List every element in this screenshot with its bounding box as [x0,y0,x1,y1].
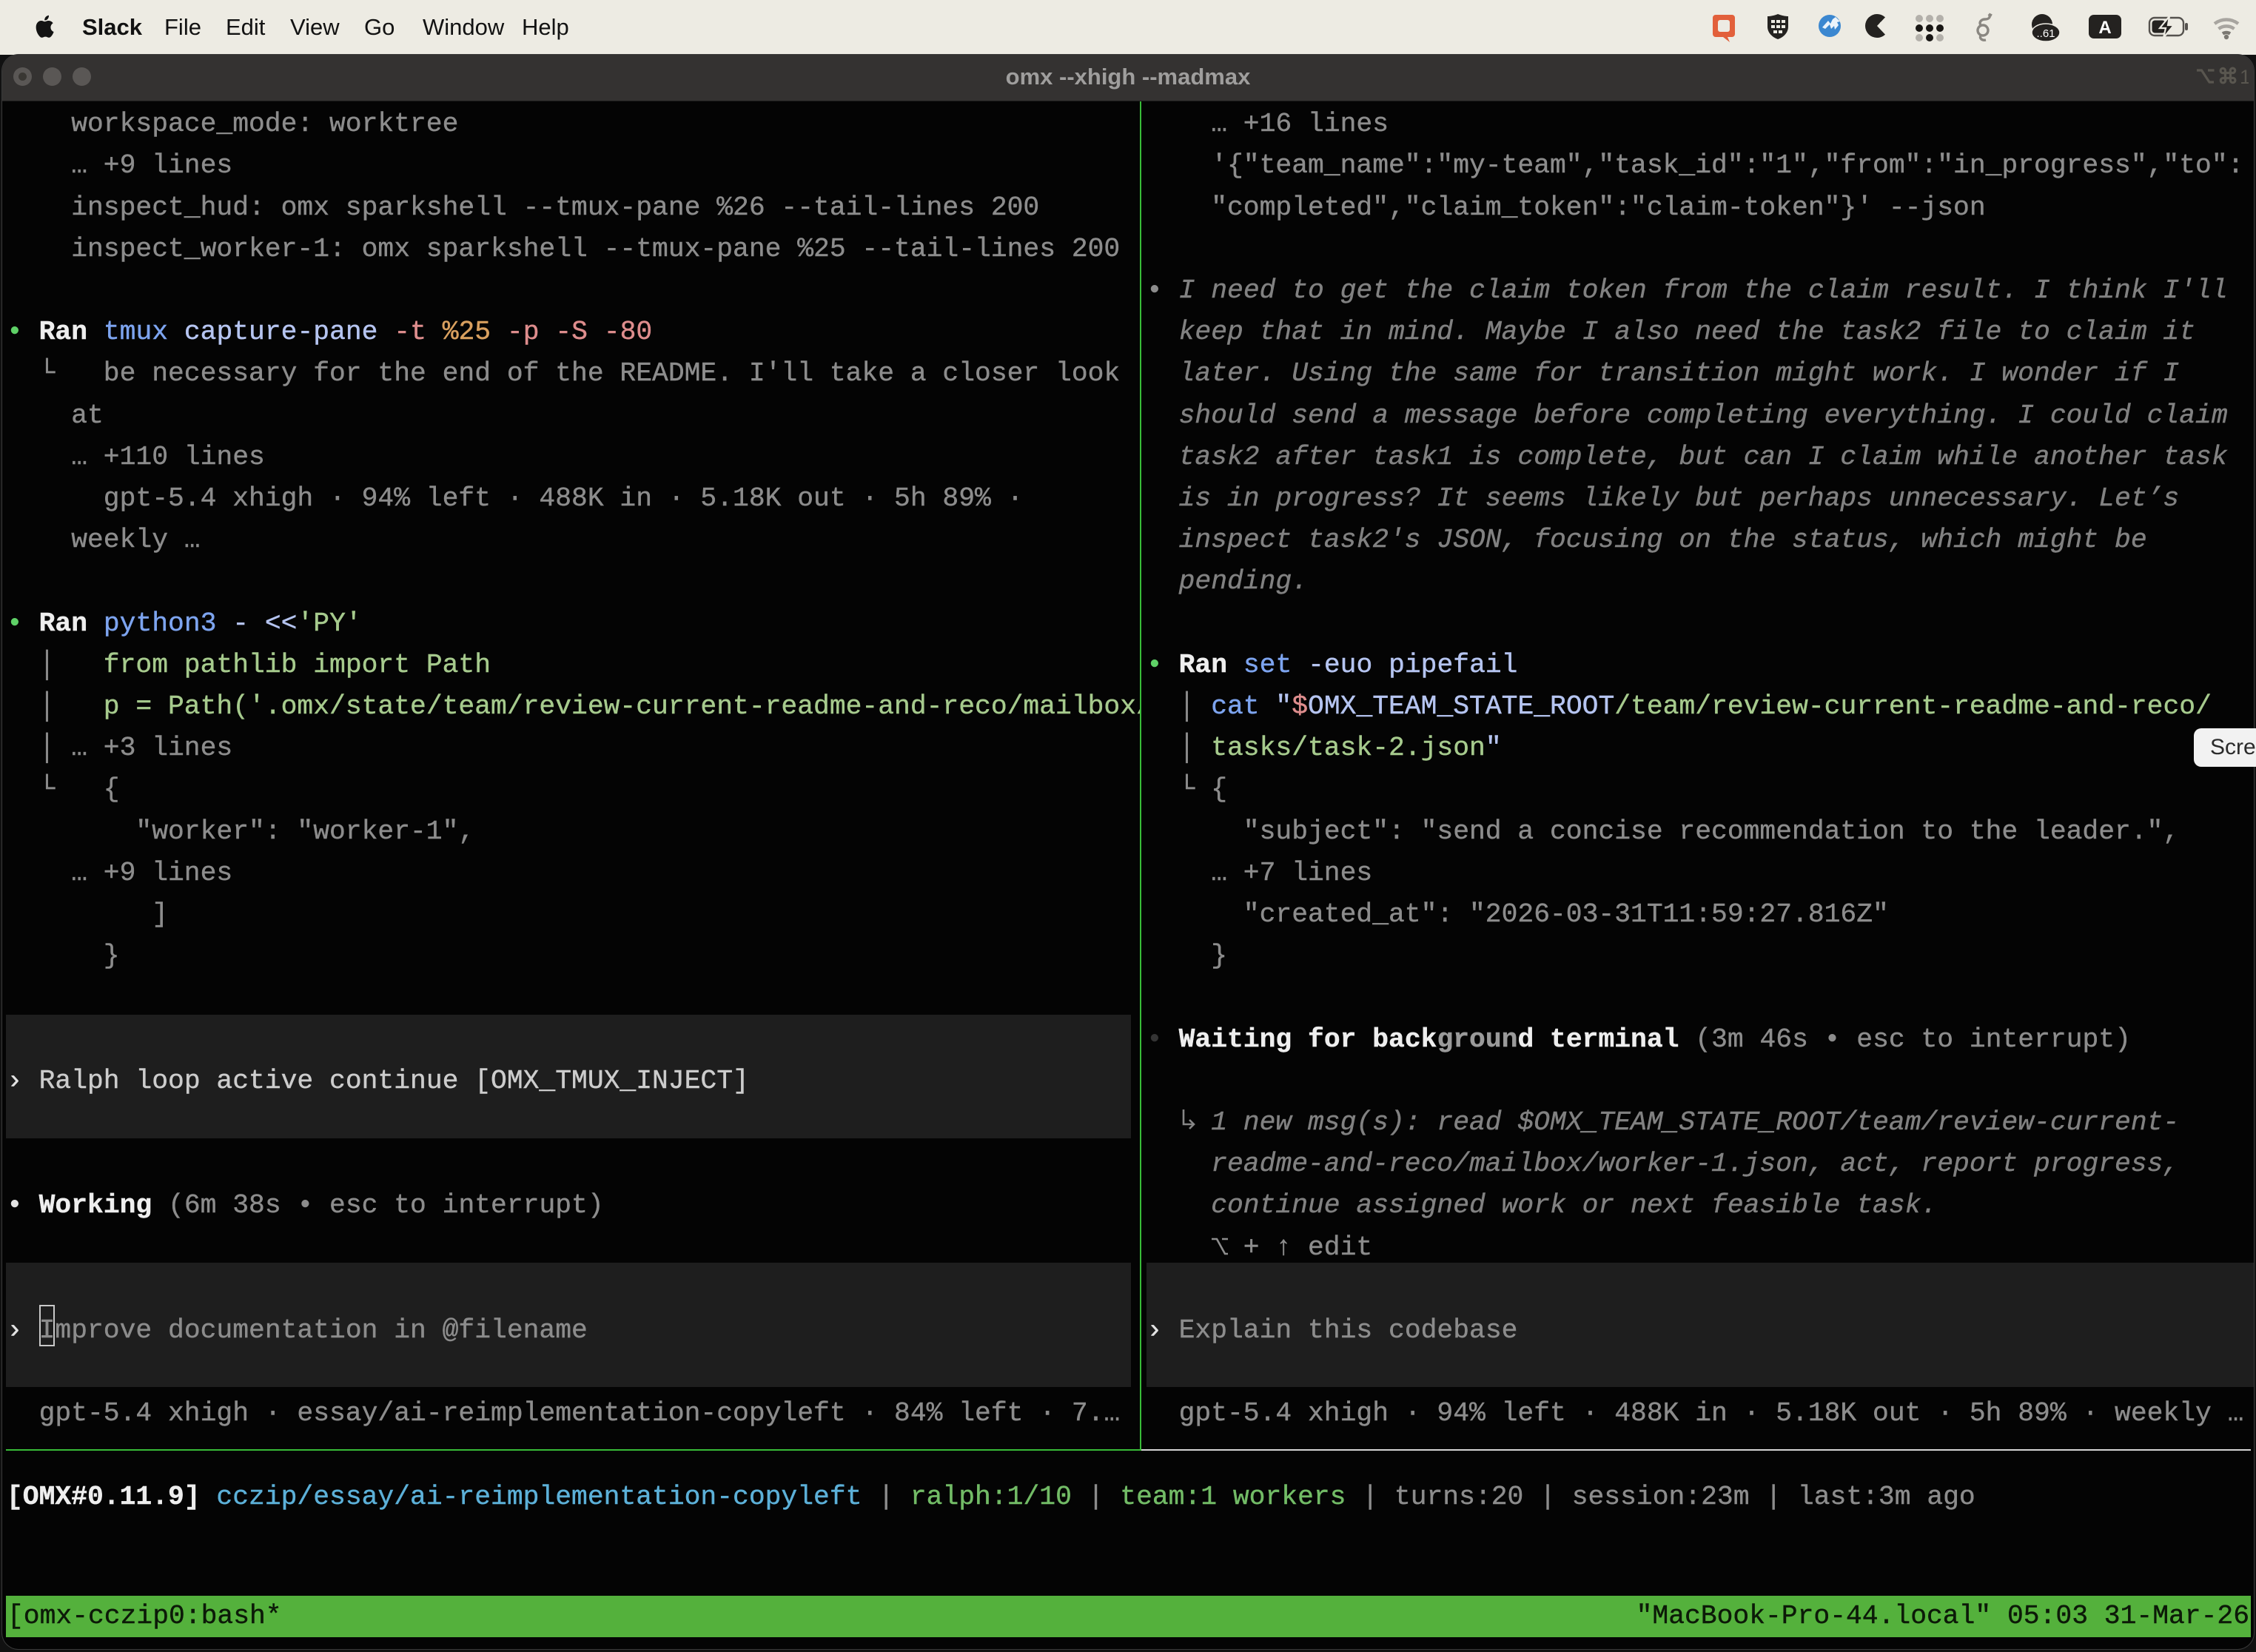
svg-text:1: 1 [2240,66,2249,87]
svg-text:A: A [2098,18,2111,38]
svg-text:..61: ..61 [2036,27,2055,40]
